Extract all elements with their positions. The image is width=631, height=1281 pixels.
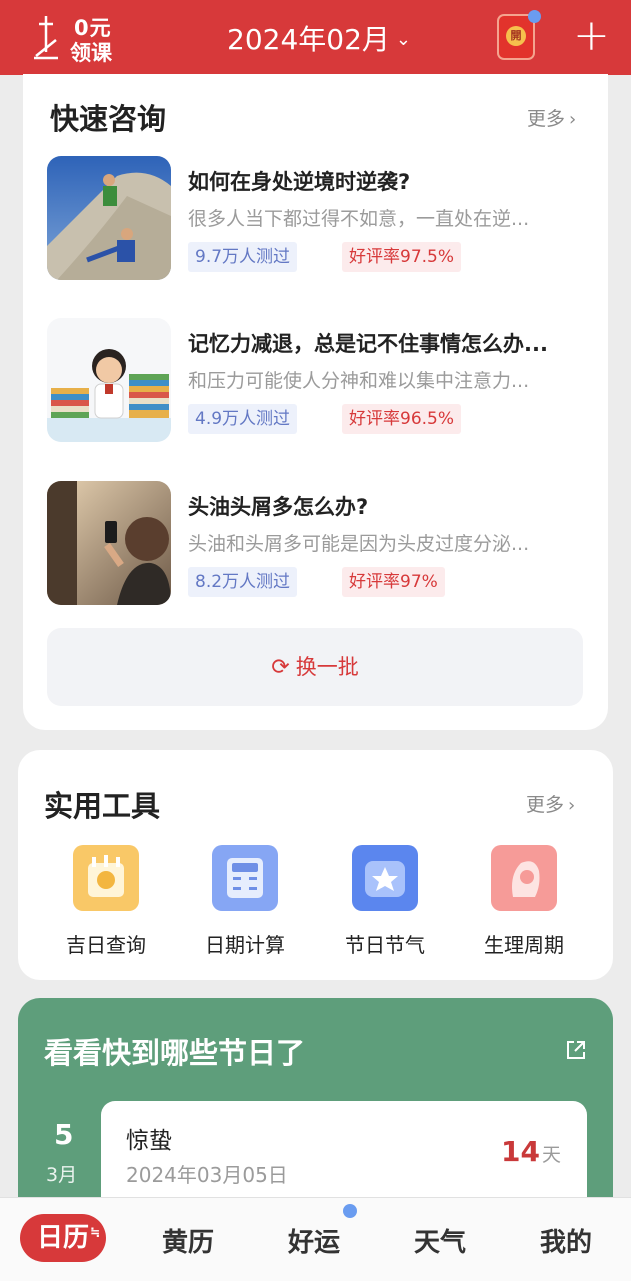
tool-date-calc[interactable]: 日期计算	[180, 845, 310, 958]
tool-label: 吉日查询	[66, 933, 146, 957]
tools-card: 实用工具 更多 › 吉日查询 日期计算 节日节气 生理周期	[18, 750, 613, 980]
lesson-label: 领课	[70, 41, 112, 65]
consult-item[interactable]: 如何在身处逆境时逆袭? 很多人当下都过得不如意，一直处在逆... 9.7万人测过…	[47, 156, 587, 280]
notification-dot	[528, 10, 541, 23]
tested-count-tag: 8.2万人测过	[188, 567, 298, 597]
tab-weather[interactable]: 天气	[414, 1222, 466, 1259]
days-unit: 天	[541, 1144, 561, 1166]
tool-label: 生理周期	[484, 933, 564, 957]
rating-tag: 好评率96.5%	[342, 404, 462, 434]
festival-star-icon	[352, 845, 418, 911]
switch-badge-icon: ≒	[89, 1225, 100, 1239]
calculator-icon	[212, 845, 278, 911]
rating-tag: 好评率97.5%	[342, 242, 462, 272]
festival-day: 5	[54, 1118, 74, 1151]
free-lesson-button[interactable]: 0元 领课	[30, 10, 140, 66]
calendar-seal-icon	[73, 845, 139, 911]
consult-item[interactable]: 记忆力减退，总是记不住事情怎么办... 和压力可能使人分神和难以集中注意力...…	[47, 318, 587, 442]
red-packet-button[interactable]: 開	[497, 10, 541, 60]
consult-thumbnail	[47, 481, 171, 605]
days-count: 14	[501, 1135, 540, 1168]
consult-title: 记忆力减退，总是记不住事情怎么办...	[188, 332, 548, 356]
woman-profile-icon	[491, 845, 557, 911]
tab-almanac[interactable]: 黄历	[162, 1222, 214, 1259]
red-packet-icon: 開	[506, 26, 526, 46]
more-label: 更多	[526, 794, 565, 816]
refresh-batch-button[interactable]: ⟳ 换一批	[47, 628, 583, 706]
section-title: 快速咨询	[50, 102, 167, 136]
festival-month: 3月	[46, 1164, 78, 1186]
refresh-icon: ⟳	[271, 655, 290, 680]
days-remaining: 14 天	[501, 1135, 561, 1168]
festivals-title: 看看快到哪些节日了	[44, 1036, 306, 1070]
tested-count-tag: 9.7万人测过	[188, 242, 298, 272]
more-link[interactable]: 更多 ›	[526, 790, 575, 817]
share-icon[interactable]	[564, 1038, 588, 1062]
tool-label: 节日节气	[345, 933, 425, 957]
consult-thumbnail	[47, 318, 171, 442]
tab-mine[interactable]: 我的	[540, 1222, 592, 1259]
tool-label: 日期计算	[205, 933, 285, 957]
refresh-label: 换一批	[295, 655, 359, 679]
bottom-tab-bar: 日历 ≒ 黄历 好运 天气 我的	[0, 1197, 631, 1281]
notification-dot	[343, 1204, 357, 1218]
tool-auspicious-day[interactable]: 吉日查询	[41, 845, 171, 958]
consult-desc: 和压力可能使人分神和难以集中注意力...	[188, 370, 530, 392]
add-button[interactable]: +	[573, 14, 610, 58]
month-selector[interactable]: 2024年02月 ⌄	[227, 18, 411, 58]
festival-name: 惊蛰	[126, 1128, 172, 1154]
section-title: 实用工具	[44, 789, 161, 823]
consult-desc: 很多人当下都过得不如意，一直处在逆...	[188, 208, 530, 230]
quick-consult-card: 快速咨询 更多 › 如何在身处逆境时逆袭? 很多人当下都过得不如意，一直处在逆..…	[23, 74, 608, 730]
incense-icon	[34, 16, 58, 60]
chevron-right-icon: ›	[568, 795, 576, 816]
consult-title: 如何在身处逆境时逆袭?	[188, 170, 411, 194]
festival-date: 2024年03月05日	[126, 1163, 288, 1187]
chevron-right-icon: ›	[569, 109, 577, 130]
consult-item[interactable]: 头油头屑多怎么办? 头油和头屑多可能是因为头皮过度分泌... 8.2万人测过 好…	[47, 481, 587, 605]
tool-festivals[interactable]: 节日节气	[320, 845, 450, 958]
tab-label: 黄历	[162, 1228, 215, 1258]
tested-count-tag: 4.9万人测过	[188, 404, 298, 434]
consult-thumbnail	[47, 156, 171, 280]
festival-item[interactable]: 惊蛰 2024年03月05日 14 天	[101, 1101, 587, 1211]
tab-label: 天气	[414, 1228, 467, 1258]
top-bar: 0元 领课 2024年02月 ⌄ 開 +	[0, 0, 631, 75]
more-link[interactable]: 更多 ›	[527, 104, 576, 131]
tab-label: 我的	[540, 1228, 593, 1258]
tab-label: 日历	[36, 1223, 89, 1253]
consult-title: 头油头屑多怎么办?	[188, 495, 369, 519]
tab-label: 好运	[288, 1228, 341, 1258]
chevron-down-icon: ⌄	[395, 29, 411, 50]
tool-period[interactable]: 生理周期	[459, 845, 589, 958]
more-label: 更多	[527, 108, 566, 130]
consult-desc: 头油和头屑多可能是因为头皮过度分泌...	[188, 533, 530, 555]
rating-tag: 好评率97%	[342, 567, 445, 597]
tab-calendar[interactable]: 日历 ≒	[20, 1214, 106, 1262]
tab-fortune[interactable]: 好运	[288, 1222, 340, 1259]
month-label: 2024年02月	[227, 23, 390, 56]
